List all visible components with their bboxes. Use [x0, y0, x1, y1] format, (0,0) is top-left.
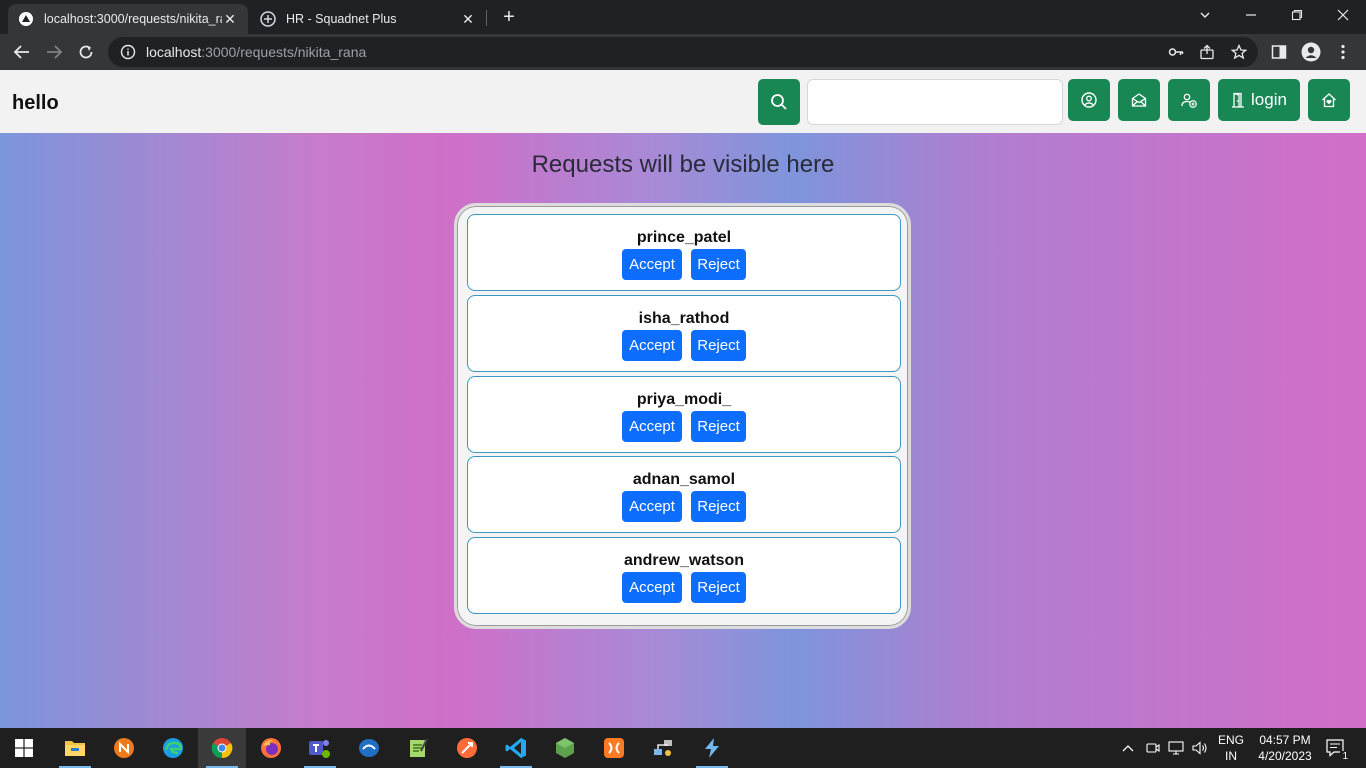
url-path: :3000/requests/nikita_rana: [201, 44, 367, 60]
url-host: localhost: [146, 44, 202, 60]
network-icon[interactable]: [1167, 728, 1185, 768]
key-icon[interactable]: [1168, 44, 1184, 60]
show-hidden-icons-chevron-icon[interactable]: [1118, 728, 1138, 768]
postman-icon[interactable]: [443, 728, 491, 768]
meet-now-icon[interactable]: [1144, 728, 1162, 768]
region-code: IN: [1225, 749, 1237, 763]
bookmark-star-icon[interactable]: [1231, 44, 1247, 60]
envelope-open-icon: [1131, 93, 1147, 107]
site-info-icon[interactable]: [120, 44, 136, 60]
squadnet-favicon-icon: [260, 11, 276, 27]
file-explorer-icon[interactable]: [51, 728, 99, 768]
vscode-icon[interactable]: [492, 728, 540, 768]
tab-close-icon[interactable]: ✕: [460, 11, 476, 28]
accept-button[interactable]: Accept: [622, 572, 682, 603]
site-favicon-icon: [19, 12, 33, 26]
outlook-icon[interactable]: [345, 728, 393, 768]
notification-count: 1: [1340, 751, 1350, 762]
request-card: prince_patel Accept Reject: [467, 214, 901, 291]
clock[interactable]: 04:57 PM 4/20/2023: [1252, 732, 1318, 764]
reject-button[interactable]: Reject: [691, 249, 746, 280]
request-card: isha_rathod Accept Reject: [467, 295, 901, 372]
browser-tab-bar: localhost:3000/requests/nikita_ra ✕ HR -…: [0, 0, 1366, 34]
close-window-icon[interactable]: [1320, 0, 1366, 30]
requests-button[interactable]: [1118, 79, 1160, 121]
request-card: andrew_watson Accept Reject: [467, 537, 901, 614]
request-username: isha_rathod: [638, 310, 730, 327]
user-circle-icon: [1081, 92, 1097, 108]
app-navbar: hello login: [0, 70, 1366, 133]
search-icon: [771, 94, 787, 110]
search-button[interactable]: [758, 79, 800, 125]
reject-button[interactable]: Reject: [691, 572, 746, 603]
restore-icon[interactable]: [1274, 0, 1320, 30]
request-username: priya_modi_: [636, 391, 732, 408]
home-button[interactable]: [1308, 79, 1350, 121]
side-panel-icon[interactable]: [1269, 42, 1289, 62]
request-username: adnan_samol: [632, 471, 736, 488]
request-username: andrew_watson: [623, 552, 745, 569]
xampp-icon[interactable]: [590, 728, 638, 768]
back-icon[interactable]: [8, 38, 36, 66]
tab-title: HR - Squadnet Plus: [286, 12, 397, 26]
address-bar[interactable]: localhost:3000/requests/nikita_rana: [108, 37, 1258, 67]
teams-icon[interactable]: [296, 728, 344, 768]
notepad-plus-icon[interactable]: [394, 728, 442, 768]
person-add-icon: [1181, 93, 1197, 108]
start-menu-icon[interactable]: [0, 728, 48, 768]
accept-button[interactable]: Accept: [622, 330, 682, 361]
reload-icon[interactable]: [72, 38, 100, 66]
request-username: prince_patel: [636, 229, 732, 246]
edge-browser-icon[interactable]: [149, 728, 197, 768]
request-card: adnan_samol Accept Reject: [467, 456, 901, 533]
accept-button[interactable]: Accept: [622, 411, 682, 442]
search-input[interactable]: [807, 79, 1063, 125]
clock-date: 4/20/2023: [1258, 749, 1312, 763]
reject-button[interactable]: Reject: [691, 330, 746, 361]
app-orange-icon[interactable]: [100, 728, 148, 768]
login-label: login: [1251, 90, 1287, 109]
browser-menu-icon[interactable]: [1333, 42, 1353, 62]
network-tool-icon[interactable]: [639, 728, 687, 768]
requests-page: Requests will be visible here prince_pat…: [0, 133, 1366, 728]
door-open-icon: [1232, 92, 1245, 108]
chrome-browser-icon[interactable]: [198, 728, 246, 768]
power-automate-icon[interactable]: [688, 728, 736, 768]
firefox-icon[interactable]: [247, 728, 295, 768]
accept-button[interactable]: Accept: [622, 491, 682, 522]
browser-toolbar: localhost:3000/requests/nikita_rana: [0, 34, 1366, 70]
brand-title[interactable]: hello: [12, 92, 59, 115]
requests-panel: prince_patel Accept Reject isha_rathod A…: [454, 203, 911, 629]
clock-time: 04:57 PM: [1259, 733, 1311, 747]
tab-squadnet[interactable]: HR - Squadnet Plus ✕: [250, 4, 486, 34]
tab-close-icon[interactable]: ✕: [222, 11, 238, 28]
add-user-button[interactable]: [1168, 79, 1210, 121]
reject-button[interactable]: Reject: [691, 491, 746, 522]
new-tab-icon[interactable]: +: [498, 6, 520, 28]
tab-search-chevron-icon[interactable]: [1182, 0, 1228, 30]
profile-button[interactable]: [1068, 79, 1110, 121]
login-button[interactable]: login: [1218, 79, 1300, 121]
reject-button[interactable]: Reject: [691, 411, 746, 442]
tab-requests[interactable]: localhost:3000/requests/nikita_ra ✕: [8, 4, 248, 34]
tab-title: localhost:3000/requests/nikita_ra: [44, 12, 222, 26]
profile-avatar-icon[interactable]: [1301, 42, 1321, 62]
house-heart-icon: [1322, 93, 1336, 108]
page-title: Requests will be visible here: [531, 151, 835, 178]
nodejs-icon[interactable]: [541, 728, 589, 768]
volume-icon[interactable]: [1191, 728, 1209, 768]
accept-button[interactable]: Accept: [622, 249, 682, 280]
notification-center-icon[interactable]: 1: [1322, 728, 1350, 768]
request-card: priya_modi_ Accept Reject: [467, 376, 901, 453]
language-code: ENG: [1217, 733, 1244, 747]
share-icon[interactable]: [1199, 44, 1215, 60]
forward-icon[interactable]: [40, 38, 68, 66]
input-language[interactable]: ENG IN: [1214, 732, 1248, 764]
minimize-icon[interactable]: [1228, 0, 1274, 30]
windows-taskbar: ENG IN 04:57 PM 4/20/2023 1: [0, 728, 1366, 768]
tab-divider: [486, 10, 487, 26]
